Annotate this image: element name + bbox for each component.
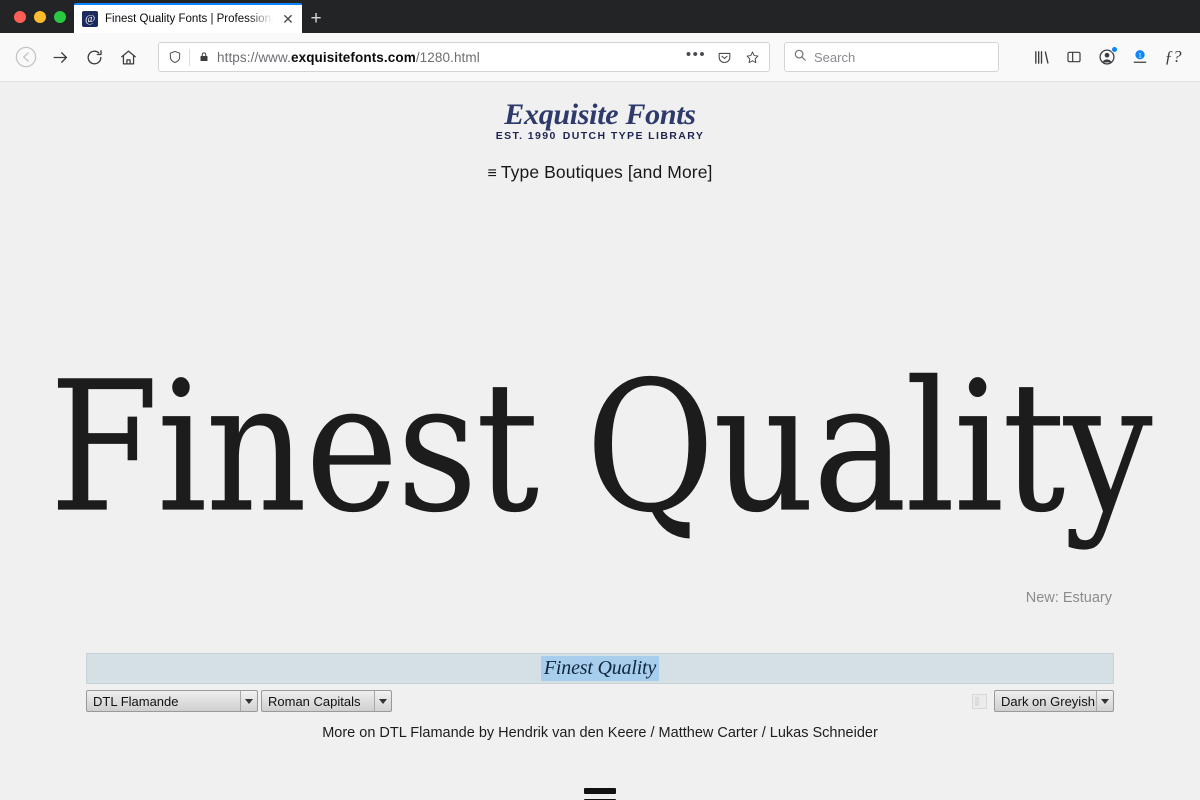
site-logo-wordmark: Exquisite Fonts	[504, 98, 696, 131]
site-logo[interactable]: Exquisite Fonts EST. 1990 DUTCH TYPE LIB…	[496, 100, 705, 142]
url-path: /1280.html	[415, 49, 480, 65]
padlock-icon[interactable]	[196, 49, 211, 65]
font-family-select[interactable]: DTL Flamande	[86, 690, 258, 712]
window-traffic-lights	[10, 0, 74, 33]
site-header: Exquisite Fonts EST. 1990 DUTCH TYPE LIB…	[0, 82, 1200, 144]
svg-text:1: 1	[1138, 52, 1142, 59]
library-icon[interactable]	[1026, 42, 1056, 72]
tracking-protection-shield-icon[interactable]	[167, 49, 183, 65]
font-style-select[interactable]: Roman Capitals	[261, 690, 392, 712]
site-nav[interactable]: ≡ Type Boutiques [and More]	[0, 162, 1200, 183]
type-specimen-display: Finest Quality	[49, 343, 1153, 553]
back-button[interactable]	[10, 41, 42, 73]
pocket-icon[interactable]	[713, 46, 735, 68]
forward-button[interactable]	[44, 41, 76, 73]
sample-text-value[interactable]: Finest Quality	[540, 656, 660, 681]
control-row: DTL Flamande Roman Capitals Dark on Grey…	[86, 690, 1114, 712]
address-bar-url: https://www.exquisitefonts.com/1280.html	[217, 49, 480, 65]
navigation-toolbar: https://www.exquisitefonts.com/1280.html…	[0, 33, 1200, 82]
font-finder-icon[interactable]: ƒ?	[1158, 42, 1188, 72]
right-control-group: Dark on Greyish	[972, 690, 1114, 712]
nav-label[interactable]: Type Boutiques [and More]	[501, 162, 713, 182]
address-bar[interactable]: https://www.exquisitefonts.com/1280.html…	[158, 42, 770, 72]
footer-menu-button[interactable]	[0, 788, 1200, 800]
theme-select[interactable]: Dark on Greyish	[994, 690, 1114, 712]
minimize-window-button[interactable]	[34, 10, 46, 23]
sidebar-icon[interactable]	[1059, 42, 1089, 72]
font-family-value: DTL Flamande	[93, 693, 179, 709]
split-pane-icon[interactable]	[972, 693, 987, 709]
site-logo-taglines: EST. 1990 DUTCH TYPE LIBRARY	[496, 131, 705, 142]
account-icon[interactable]	[1092, 42, 1122, 72]
toolbar-icon-group: 1 ƒ?	[1026, 42, 1190, 72]
new-tab-button[interactable]: +	[302, 3, 330, 33]
chevron-down-icon[interactable]	[374, 691, 390, 711]
home-button[interactable]	[112, 41, 144, 73]
hamburger-menu-icon	[584, 788, 616, 800]
search-icon	[793, 48, 807, 67]
nav-hamburger-icon[interactable]: ≡	[488, 165, 497, 182]
url-domain: exquisitefonts.com	[290, 49, 416, 65]
tab-close-icon[interactable]: ✕	[280, 11, 296, 27]
star-icon[interactable]	[741, 46, 763, 68]
tab-favicon-icon: @	[82, 11, 98, 27]
reload-button[interactable]	[78, 41, 110, 73]
search-input[interactable]: Search	[814, 50, 855, 65]
site-logo-est: EST. 1990	[495, 130, 557, 142]
account-notification-badge	[1111, 46, 1118, 53]
theme-value: Dark on Greyish	[1001, 693, 1095, 709]
tab-strip: @ Finest Quality Fonts | Professional ✕ …	[0, 0, 1200, 33]
page-content: Exquisite Fonts EST. 1990 DUTCH TYPE LIB…	[0, 82, 1200, 800]
specimen-controls: Finest Quality DTL Flamande Roman Capita…	[86, 653, 1114, 712]
browser-tab[interactable]: @ Finest Quality Fonts | Professional ✕	[74, 3, 302, 33]
downloads-icon[interactable]: 1	[1125, 42, 1155, 72]
new-release-note[interactable]: New: Estuary	[1026, 590, 1112, 606]
font-credits[interactable]: More on DTL Flamande by Hendrik van den …	[0, 725, 1200, 741]
chevron-down-icon[interactable]	[1096, 691, 1112, 711]
address-bar-divider	[189, 48, 190, 66]
font-style-value: Roman Capitals	[268, 693, 361, 709]
browser-window: @ Finest Quality Fonts | Professional ✕ …	[0, 0, 1200, 800]
sample-text-input[interactable]: Finest Quality	[86, 653, 1114, 684]
search-bar[interactable]: Search	[784, 42, 999, 72]
page-actions-icon[interactable]: •••	[685, 46, 707, 68]
tab-title: Finest Quality Fonts | Professional	[105, 13, 273, 25]
site-logo-library: DUTCH TYPE LIBRARY	[562, 130, 705, 142]
maximize-window-button[interactable]	[54, 10, 66, 23]
font-finder-glyph: ƒ?	[1164, 47, 1182, 66]
chevron-down-icon[interactable]	[240, 691, 256, 711]
close-window-button[interactable]	[14, 10, 26, 23]
